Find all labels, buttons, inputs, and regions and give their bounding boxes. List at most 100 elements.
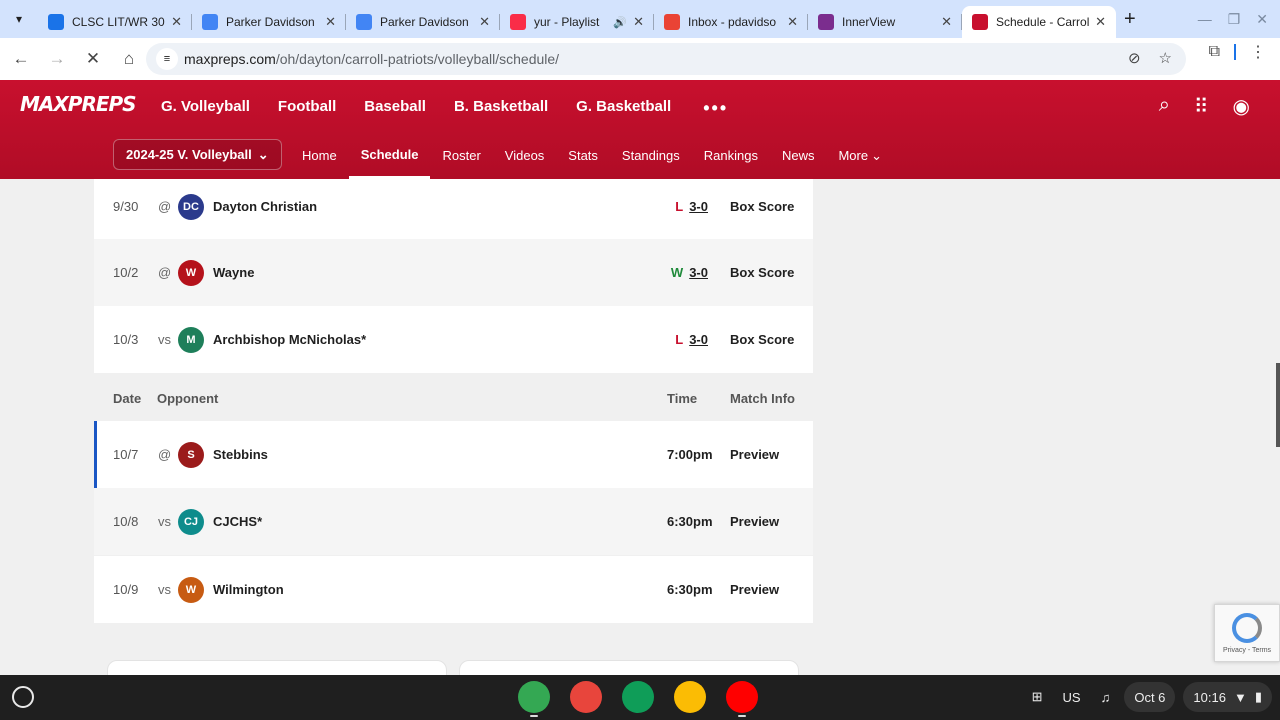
game-result[interactable]: W 3-0 (671, 265, 708, 280)
account-icon[interactable]: ◉ (1233, 94, 1250, 119)
apps-grid-icon[interactable]: ⠿ (1194, 94, 1209, 119)
team-subnav: Home Schedule Roster Videos Stats Standings Ra… (302, 132, 894, 179)
system-status[interactable]: 10:16 ▼ ▮ (1183, 682, 1272, 712)
score-link[interactable]: 3-0 (689, 265, 708, 280)
sport-link[interactable]: G. Volleyball (161, 98, 250, 119)
home-button[interactable]: ⌂ (112, 42, 146, 76)
browser-tab[interactable]: CLSC LIT/WR 30 ✕ (38, 6, 192, 38)
chrome-icon[interactable] (518, 681, 550, 717)
preview-link[interactable]: Preview (730, 447, 779, 462)
opponent-name[interactable]: Wilmington (213, 582, 284, 597)
site-header: MAXPREPS G. Volleyball Football Baseball B.… (0, 80, 1280, 179)
address-bar[interactable]: ≡ maxpreps.com/oh/dayton/carroll-patriot… (146, 43, 1186, 75)
subnav-item-schedule[interactable]: Schedule (348, 132, 431, 179)
bookmark-star-icon[interactable]: ☆ (1159, 49, 1172, 67)
subnav-item-roster[interactable]: Roster (430, 132, 492, 179)
site-info-icon[interactable]: ≡ (156, 48, 178, 70)
media-controls-icon[interactable]: ♫ (1095, 682, 1117, 712)
browser-toolbar: ← → ✕ ⌂ ≡ maxpreps.com/oh/dayton/carroll… (0, 38, 1280, 80)
subnav-item-standings[interactable]: Standings (610, 132, 692, 179)
date-pill[interactable]: Oct 6 (1124, 682, 1176, 712)
sport-link[interactable]: G. Basketball (576, 98, 671, 119)
stop-loading-button[interactable]: ✕ (76, 42, 110, 76)
close-tab-icon[interactable]: ✕ (633, 14, 644, 30)
more-sports-button[interactable]: ••• (703, 98, 728, 119)
docs-icon (202, 14, 218, 30)
close-tab-icon[interactable]: ✕ (1095, 14, 1106, 30)
preview-link[interactable]: Preview (730, 514, 779, 529)
maxpreps-logo[interactable]: MAXPREPS (20, 92, 137, 116)
opponent-name[interactable]: Dayton Christian (213, 199, 317, 214)
restore-button[interactable]: ❐ (1228, 11, 1241, 28)
forward-button[interactable]: → (40, 42, 74, 76)
promo-card[interactable] (459, 660, 799, 675)
tracking-protection-icon[interactable]: ⊘ (1128, 49, 1141, 67)
game-date: 10/8 (113, 514, 139, 529)
minimize-button[interactable]: — (1198, 11, 1212, 27)
game-result[interactable]: L 3-0 (675, 199, 708, 214)
opponent-name[interactable]: Wayne (213, 265, 254, 280)
opponent-name[interactable]: Stebbins (213, 447, 268, 462)
close-tab-icon[interactable]: ✕ (171, 14, 182, 30)
preview-link[interactable]: Preview (730, 582, 779, 597)
back-button[interactable]: ← (4, 42, 38, 76)
close-tab-icon[interactable]: ✕ (787, 14, 798, 30)
audio-playing-icon[interactable]: 🔊 (613, 16, 627, 29)
classroom-icon[interactable] (622, 681, 654, 713)
close-tab-icon[interactable]: ✕ (479, 14, 490, 30)
subnav-item-rankings[interactable]: Rankings (692, 132, 770, 179)
youtube-icon[interactable] (726, 681, 758, 717)
season-selector[interactable]: 2024-25 V. Volleyball ⌄ (113, 139, 282, 170)
game-result[interactable]: L 3-0 (675, 332, 708, 347)
extensions-icon[interactable]: ⧉ (1209, 43, 1220, 61)
browser-tab[interactable]: InnerView ✕ (808, 6, 962, 38)
subnav-more-label: More (838, 148, 869, 163)
browser-tab[interactable]: Parker Davidson ✕ (192, 6, 346, 38)
subnav-item-more[interactable]: More ⌄ (826, 132, 894, 179)
box-score-link[interactable]: Box Score (730, 265, 794, 280)
sport-link[interactable]: Football (278, 98, 336, 119)
recaptcha-links[interactable]: Privacy - Terms (1215, 647, 1279, 654)
launcher-button[interactable] (12, 686, 34, 708)
drive-icon[interactable] (674, 681, 706, 713)
ime-indicator[interactable]: US (1057, 682, 1087, 712)
box-score-link[interactable]: Box Score (730, 332, 794, 347)
browser-tab[interactable]: yur - Playlist 🔊 ✕ (500, 6, 654, 38)
column-time: Time (667, 391, 698, 406)
new-tab-button[interactable]: + (1124, 8, 1136, 31)
subnav-item-stats[interactable]: Stats (556, 132, 610, 179)
close-tab-icon[interactable]: ✕ (941, 14, 952, 30)
opponent-name[interactable]: CJCHS* (213, 514, 262, 529)
screen-capture-icon[interactable]: ⊞ (1026, 682, 1049, 712)
tab-search-button[interactable]: ▾ (6, 6, 32, 32)
subnav-item-videos[interactable]: Videos (493, 132, 557, 179)
schedule-row[interactable]: 9/30 @ DC Dayton Christian L 3-0 Box Score (94, 179, 813, 240)
score-link[interactable]: 3-0 (689, 332, 708, 347)
box-score-link[interactable]: Box Score (730, 199, 794, 214)
schedule-row[interactable]: 10/2 @ W Wayne W 3-0 Box Score (94, 239, 813, 306)
game-time: 6:30pm (667, 514, 713, 529)
score-link[interactable]: 3-0 (689, 199, 708, 214)
canvas-icon[interactable] (570, 681, 602, 713)
chrome-menu-icon[interactable]: ⋮ (1250, 42, 1266, 62)
schedule-row[interactable]: 10/9 vs W Wilmington 6:30pm Preview (94, 556, 813, 623)
recaptcha-badge[interactable]: Privacy - Terms (1214, 604, 1280, 662)
classroom-icon (48, 14, 64, 30)
close-window-button[interactable]: ✕ (1256, 11, 1268, 28)
scrollbar-thumb[interactable] (1276, 363, 1280, 447)
schedule-row[interactable]: 10/3 vs M Archbishop McNicholas* L 3-0 Box Sco… (94, 306, 813, 373)
promo-card[interactable] (107, 660, 447, 675)
sport-link[interactable]: Baseball (364, 98, 426, 119)
schedule-row[interactable]: 10/8 vs CJ CJCHS* 6:30pm Preview (94, 488, 813, 555)
browser-tab[interactable]: Schedule - Carroll ✕ (962, 6, 1116, 38)
subnav-item-news[interactable]: News (770, 132, 827, 179)
browser-tab[interactable]: Inbox - pdavidso ✕ (654, 6, 808, 38)
recaptcha-icon (1232, 613, 1262, 643)
sport-link[interactable]: B. Basketball (454, 98, 548, 119)
opponent-name[interactable]: Archbishop McNicholas* (213, 332, 366, 347)
close-tab-icon[interactable]: ✕ (325, 14, 336, 30)
search-icon[interactable]: ⌕ (1159, 94, 1170, 119)
subnav-item-home[interactable]: Home (302, 132, 349, 179)
schedule-row[interactable]: 10/7 @ S Stebbins 7:00pm Preview (94, 421, 813, 488)
browser-tab[interactable]: Parker Davidson ✕ (346, 6, 500, 38)
